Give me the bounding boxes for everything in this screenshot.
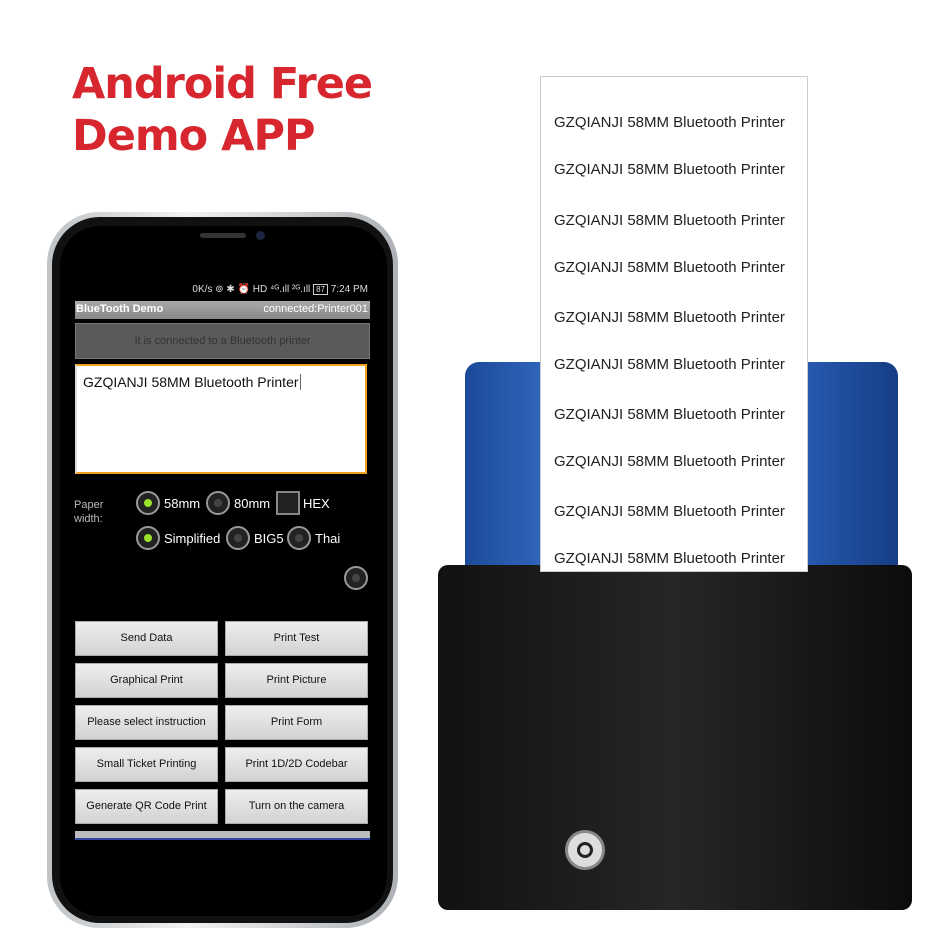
printout-line: GZQIANJI 58MM Bluetooth Printer — [554, 453, 785, 470]
printout-line: GZQIANJI 58MM Bluetooth Printer — [554, 161, 785, 178]
radio-dot — [214, 499, 222, 507]
status-icons: 0K/s ⊚ ✱ ⏰ HD ⁴ᴳ.ıll ²ᴳ.ıll — [192, 284, 311, 295]
printout-line: GZQIANJI 58MM Bluetooth Printer — [554, 259, 785, 276]
printout-line: GZQIANJI 58MM Bluetooth Printer — [554, 406, 785, 423]
radio-thai[interactable] — [287, 526, 311, 550]
select-instruction-button[interactable]: Please select instruction — [75, 705, 218, 740]
printout-line: GZQIANJI 58MM Bluetooth Printer — [554, 550, 785, 567]
radio-80mm[interactable] — [206, 491, 230, 515]
camera-button[interactable]: Turn on the camera — [225, 789, 368, 824]
front-camera-icon — [256, 231, 265, 240]
radio-big5[interactable] — [226, 526, 250, 550]
label-big5: BIG5 — [254, 531, 284, 546]
connect-button[interactable]: It is connected to a Bluetooth printer — [75, 323, 370, 359]
print-text-input[interactable]: GZQIANJI 58MM Bluetooth Printer — [75, 364, 367, 474]
power-ring-icon — [577, 842, 593, 858]
app-bar: BlueTooth Demo connected:Printer001 — [75, 301, 370, 319]
radio-simplified[interactable] — [136, 526, 160, 550]
status-bar: 0K/s ⊚ ✱ ⏰ HD ⁴ᴳ.ıll ²ᴳ.ıll 87 7:24 PM — [180, 284, 368, 295]
radio-dot — [144, 534, 152, 542]
headline: Android Free Demo APP — [72, 58, 373, 162]
print-test-button[interactable]: Print Test — [225, 621, 368, 656]
headline-line-1: Android Free — [72, 59, 373, 109]
printout-line: GZQIANJI 58MM Bluetooth Printer — [554, 503, 785, 520]
radio-extra[interactable] — [344, 566, 368, 590]
graphical-print-button[interactable]: Graphical Print — [75, 663, 218, 698]
small-ticket-button[interactable]: Small Ticket Printing — [75, 747, 218, 782]
printout-line: GZQIANJI 58MM Bluetooth Printer — [554, 212, 785, 229]
print-form-button[interactable]: Print Form — [225, 705, 368, 740]
printer-body — [438, 565, 912, 910]
speaker-icon — [200, 233, 246, 238]
send-data-button[interactable]: Send Data — [75, 621, 218, 656]
connection-status: connected:Printer001 — [263, 303, 368, 315]
battery-icon: 87 — [313, 284, 328, 295]
label-80mm: 80mm — [234, 496, 271, 511]
radio-dot — [144, 499, 152, 507]
hex-checkbox[interactable] — [276, 491, 300, 515]
label-simplified: Simplified — [164, 531, 221, 546]
radio-dot — [295, 534, 303, 542]
label-thai: Thai — [315, 531, 341, 546]
radio-dot — [234, 534, 242, 542]
printout-line: GZQIANJI 58MM Bluetooth Printer — [554, 114, 785, 131]
qr-code-print-button[interactable]: Generate QR Code Print — [75, 789, 218, 824]
clock: 7:24 PM — [330, 284, 368, 295]
bottom-bar — [75, 831, 370, 840]
radio-dot — [352, 574, 360, 582]
text-cursor — [299, 374, 301, 390]
print-picture-button[interactable]: Print Picture — [225, 663, 368, 698]
print-codebar-button[interactable]: Print 1D/2D Codebar — [225, 747, 368, 782]
input-value: GZQIANJI 58MM Bluetooth Printer — [83, 374, 299, 390]
printout-line: GZQIANJI 58MM Bluetooth Printer — [554, 356, 785, 373]
label-58mm: 58mm — [164, 496, 201, 511]
printer-power-button — [565, 830, 605, 870]
paper-width-label: Paper width: — [74, 499, 104, 525]
label-hex: HEX — [303, 496, 330, 511]
radio-58mm[interactable] — [136, 491, 160, 515]
headline-line-2: Demo APP — [72, 111, 315, 161]
app-title: BlueTooth Demo — [76, 303, 164, 315]
printout-line: GZQIANJI 58MM Bluetooth Printer — [554, 309, 785, 326]
